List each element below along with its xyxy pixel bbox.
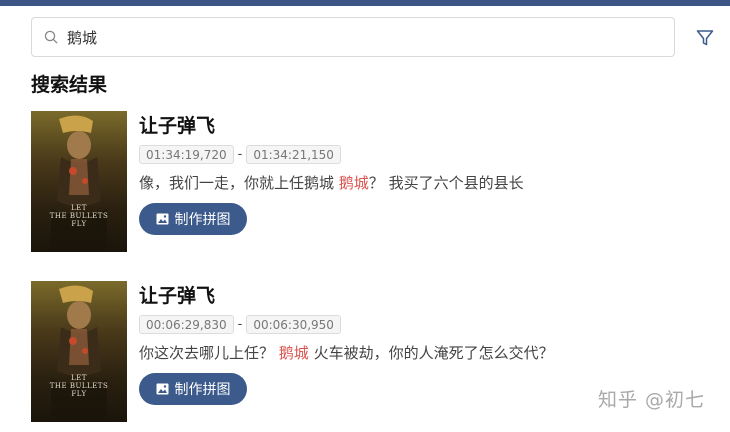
filter-icon[interactable] [695, 28, 715, 48]
time-separator: - [237, 317, 243, 332]
movie-title: 让子弹飞 [139, 115, 216, 137]
top-accent-bar [0, 0, 730, 6]
movie-poster: LET THE BULLETS FLY [31, 111, 127, 252]
section-title: 搜索结果 [31, 74, 108, 96]
time-separator: - [237, 147, 243, 162]
keyword-highlight: 鹅城 [278, 344, 309, 362]
keyword-highlight: 鹅城 [338, 174, 369, 192]
search-input[interactable] [67, 22, 674, 52]
end-time-chip[interactable]: 00:06:30,950 [246, 315, 341, 334]
start-time-chip[interactable]: 00:06:29,830 [139, 315, 234, 334]
start-time-chip[interactable]: 01:34:19,720 [139, 145, 234, 164]
subtitle-line: 像，我们一走，你就上任鹅城 鹅城？ 我买了六个县的县长 [139, 172, 524, 194]
subtitle-line: 你这次去哪儿上任？ 鹅城 火车被劫，你的人淹死了怎么交代？ [139, 342, 554, 364]
subtitle-text-after: 火车被劫，你的人淹死了怎么交代？ [308, 344, 554, 362]
watermark: 知乎 @初七 [598, 389, 706, 411]
movie-title: 让子弹飞 [139, 285, 216, 307]
subtitle-text-before: 像，我们一走，你就上任鹅城 [139, 174, 339, 192]
end-time-chip[interactable]: 01:34:21,150 [246, 145, 341, 164]
make-collage-button[interactable]: 制作拼图 [139, 203, 247, 235]
image-icon [156, 213, 169, 225]
timestamp-range: 00:06:29,830 - 00:06:30,950 [139, 315, 341, 334]
search-icon [44, 30, 58, 44]
image-icon [156, 383, 169, 395]
search-box[interactable] [31, 17, 675, 57]
subtitle-text-before: 你这次去哪儿上任？ [139, 344, 279, 362]
search-result-item: LET THE BULLETS FLY 让子弹飞 00:06:29,830 - … [31, 281, 691, 423]
poster-title-text: LET THE BULLETS FLY [49, 204, 109, 228]
movie-poster: LET THE BULLETS FLY [31, 281, 127, 422]
timestamp-range: 01:34:19,720 - 01:34:21,150 [139, 145, 341, 164]
poster-title-text: LET THE BULLETS FLY [49, 374, 109, 398]
make-collage-button[interactable]: 制作拼图 [139, 373, 247, 405]
subtitle-text-after: ？ 我买了六个县的县长 [368, 174, 524, 192]
search-result-item: LET THE BULLETS FLY 让子弹飞 01:34:19,720 - … [31, 111, 691, 253]
make-collage-label: 制作拼图 [174, 382, 231, 398]
make-collage-label: 制作拼图 [174, 212, 231, 228]
